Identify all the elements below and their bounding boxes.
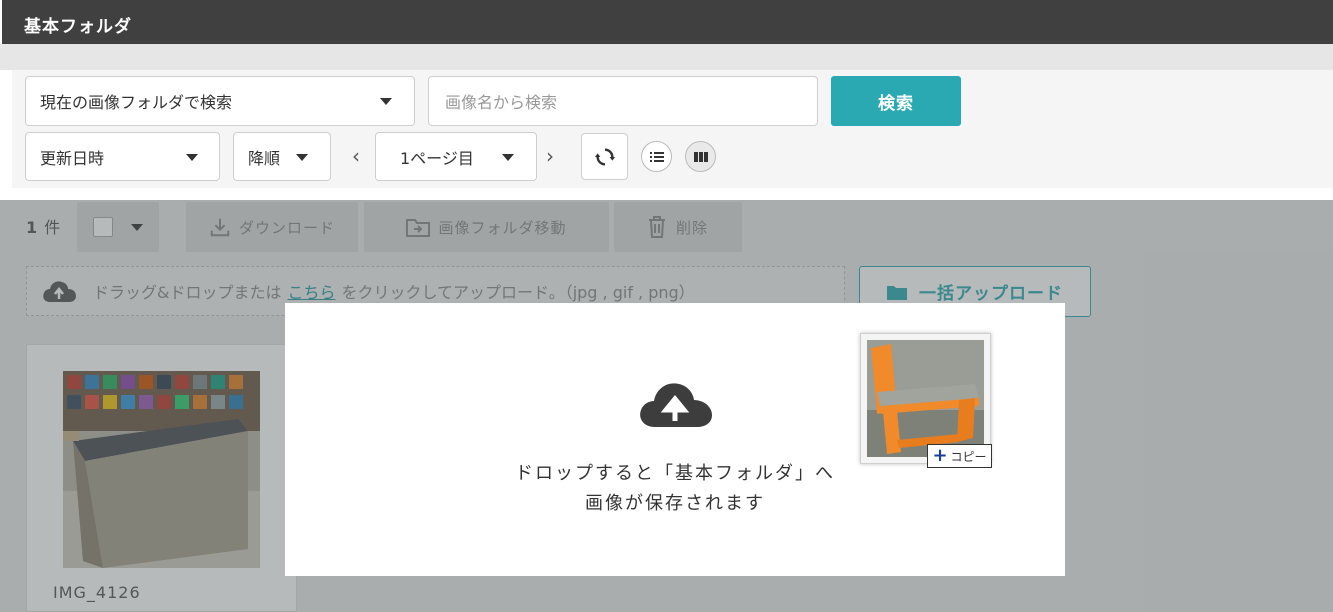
chevron-right-icon[interactable]: ›	[546, 144, 554, 168]
title-bar: 基本フォルダ	[0, 0, 1333, 44]
sort-order-value: 降順	[248, 148, 281, 168]
list-view-icon	[649, 151, 664, 162]
cloud-upload-icon	[640, 383, 712, 427]
sort-field-select[interactable]: 更新日時	[25, 132, 220, 181]
image-name-search-input[interactable]: 画像名から検索	[428, 76, 818, 126]
chevron-left-icon[interactable]: ‹	[352, 144, 360, 168]
search-scope-select[interactable]: 現在の画像フォルダで検索	[25, 76, 415, 126]
sort-order-select[interactable]: 降順	[233, 132, 331, 181]
list-view-button[interactable]	[641, 141, 672, 172]
search-button[interactable]: 検索	[831, 76, 961, 126]
copy-indicator: + コピー	[927, 444, 992, 468]
refresh-icon	[594, 147, 615, 166]
chevron-down-icon	[186, 154, 198, 161]
chair-photo	[867, 340, 984, 457]
search-input-placeholder: 画像名から検索	[445, 93, 558, 112]
chevron-down-icon	[380, 98, 392, 105]
search-scope-value: 現在の画像フォルダで検索	[40, 93, 233, 112]
grid-view-icon	[693, 151, 708, 162]
page-select-value: 1ページ目	[400, 148, 474, 168]
copy-label: コピー	[950, 449, 987, 464]
chevron-down-icon	[502, 154, 514, 161]
title-bar-edge	[0, 0, 2, 44]
page-select[interactable]: 1ページ目	[375, 132, 537, 181]
chevron-down-icon	[296, 154, 308, 161]
grid-view-button[interactable]	[685, 141, 716, 172]
sort-field-value: 更新日時	[40, 148, 105, 168]
header-spacer	[0, 44, 1333, 70]
plus-icon: +	[932, 445, 948, 466]
refresh-button[interactable]	[581, 133, 628, 180]
page-title: 基本フォルダ	[24, 17, 132, 37]
drop-message-line2: 画像が保存されます	[585, 493, 765, 514]
